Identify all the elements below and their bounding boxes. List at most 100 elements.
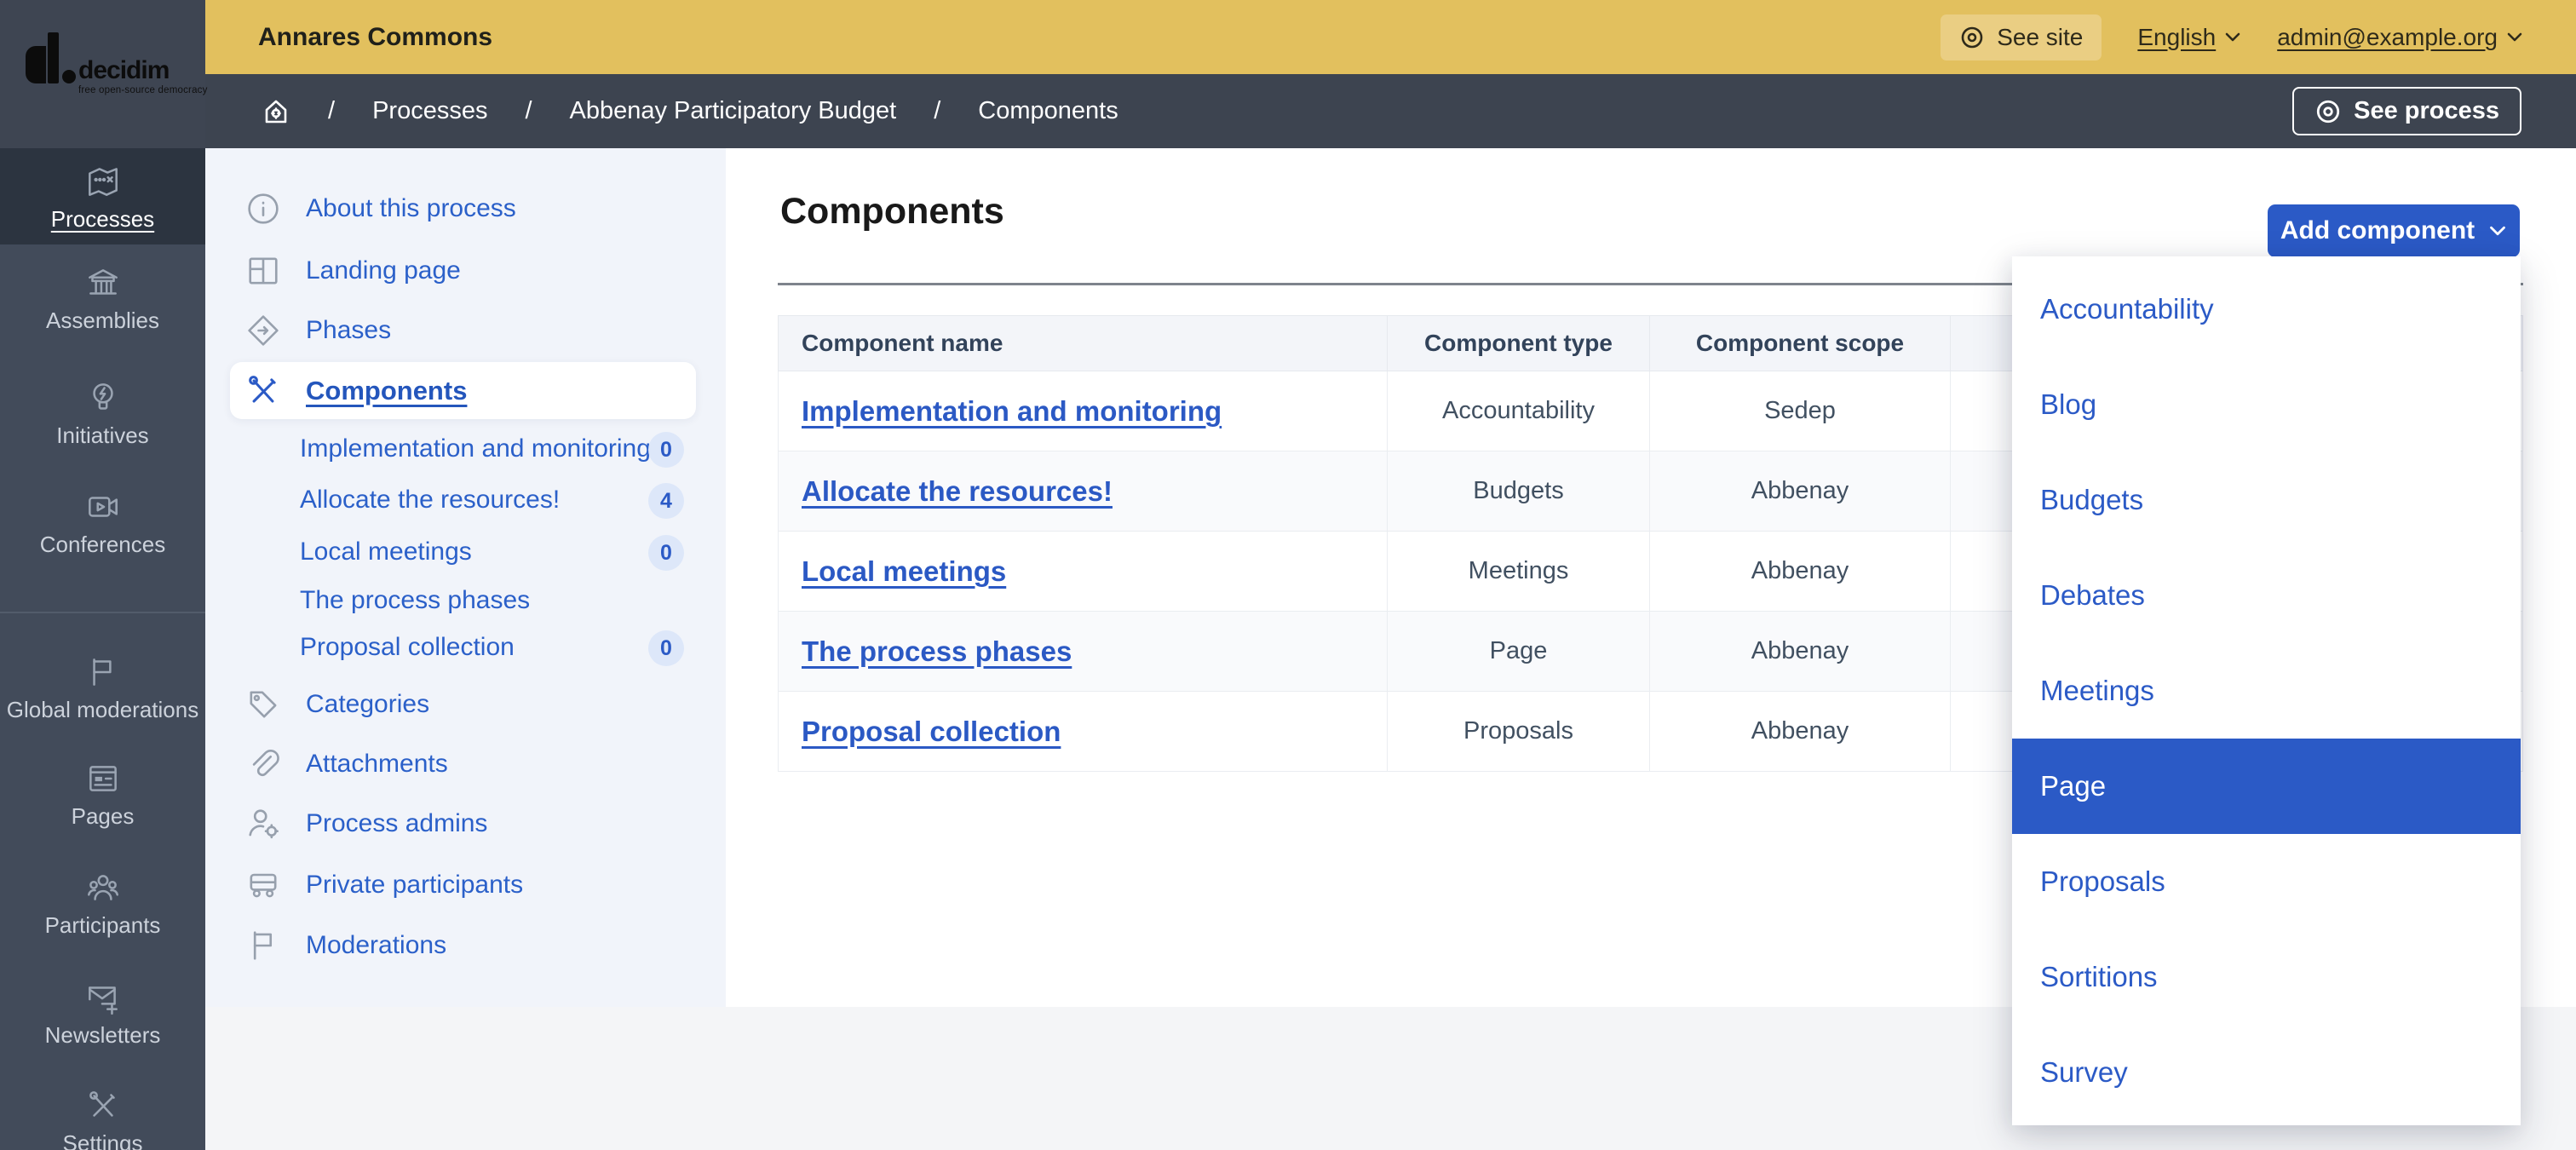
menu-subitem-local-meetings[interactable]: Local meetings xyxy=(300,532,472,572)
component-link[interactable]: Implementation and monitoring xyxy=(802,395,1222,427)
dropdown-item-sortitions[interactable]: Sortitions xyxy=(2012,929,2521,1025)
column-header-component-type: Component type xyxy=(1387,315,1650,371)
menu-subitem-proposal-collection[interactable]: Proposal collection xyxy=(300,627,515,668)
menu-item-label: Process admins xyxy=(306,809,488,837)
dropdown-item-debates[interactable]: Debates xyxy=(2012,548,2521,643)
sidebar-item-label: Settings xyxy=(62,1130,143,1150)
component-scope-cell: Abbenay xyxy=(1649,531,1951,612)
sidebar-item-newsletters[interactable]: Newsletters xyxy=(0,978,205,1047)
column-header-component-name: Component name xyxy=(778,315,1388,371)
dropdown-item-meetings[interactable]: Meetings xyxy=(2012,643,2521,739)
language-label: English xyxy=(2137,23,2217,50)
dropdown-item-page[interactable]: Page xyxy=(2012,739,2521,834)
menu-item-label: The process phases xyxy=(300,586,531,614)
user-gear-icon xyxy=(249,809,279,839)
menu-item-private-participants[interactable]: Private participants xyxy=(243,865,523,906)
user-email: admin@example.org xyxy=(2277,23,2498,50)
component-type-cell: Page xyxy=(1387,611,1650,692)
tools-icon xyxy=(89,1091,115,1117)
menu-subitem-allocate-resources[interactable]: Allocate the resources! xyxy=(300,480,560,520)
dropdown-item-budgets[interactable]: Budgets xyxy=(2012,452,2521,548)
sidebar-item-label: Participants xyxy=(44,912,161,938)
breadcrumb-processes[interactable]: Processes xyxy=(372,97,487,125)
dropdown-item-blog[interactable]: Blog xyxy=(2012,357,2521,452)
sidebar-item-pages[interactable]: Pages xyxy=(0,759,205,828)
breadcrumb-process-name[interactable]: Abbenay Participatory Budget xyxy=(570,97,897,125)
user-menu[interactable]: admin@example.org xyxy=(2277,24,2523,51)
component-link[interactable]: The process phases xyxy=(802,635,1072,667)
sidebar-item-assemblies[interactable]: Assemblies xyxy=(0,263,205,332)
menu-item-categories[interactable]: Categories xyxy=(243,684,429,725)
component-type-cell: Accountability xyxy=(1387,371,1650,451)
sidebar-item-processes[interactable]: Processes xyxy=(0,148,205,244)
component-link[interactable]: Allocate the resources! xyxy=(802,475,1113,507)
breadcrumb-bar: / Processes / Abbenay Participatory Budg… xyxy=(205,74,2576,148)
sidebar-item-label: Pages xyxy=(71,803,135,829)
menu-subitem-implementation[interactable]: Implementation and monitoring xyxy=(300,428,651,469)
phases-diamond-icon xyxy=(248,315,279,346)
count-badge: 0 xyxy=(648,432,684,468)
sidebar-divider xyxy=(0,612,205,613)
component-scope-cell: Sedep xyxy=(1649,371,1951,451)
dropdown-item-survey[interactable]: Survey xyxy=(2012,1025,2521,1120)
breadcrumb-components[interactable]: Components xyxy=(978,97,1118,125)
sidebar-item-initiatives[interactable]: Initiatives xyxy=(0,378,205,447)
menu-item-components[interactable]: Components xyxy=(230,362,696,419)
lightbulb-icon xyxy=(92,383,113,410)
sidebar-item-settings[interactable]: Settings xyxy=(0,1086,205,1150)
participants-icon xyxy=(87,875,118,900)
menu-item-label: Private participants xyxy=(306,871,524,899)
process-menu-panel: About this process Landing page Phases C… xyxy=(205,148,726,1007)
chevron-down-icon xyxy=(2490,226,2506,235)
menu-item-label: Local meetings xyxy=(300,538,472,566)
menu-item-phases[interactable]: Phases xyxy=(243,310,391,351)
menu-item-label: Allocate the resources! xyxy=(300,486,561,514)
add-component-button[interactable]: Add component xyxy=(2268,204,2520,257)
sidebar-item-label: Newsletters xyxy=(44,1022,161,1048)
see-site-link[interactable]: See site xyxy=(1941,14,2102,60)
dropdown-item-proposals[interactable]: Proposals xyxy=(2012,834,2521,929)
sidebar-item-global-moderations[interactable]: Global moderations xyxy=(0,653,205,722)
menu-item-process-admins[interactable]: Process admins xyxy=(243,803,487,844)
bank-icon xyxy=(88,269,118,295)
page-card-icon xyxy=(89,766,117,791)
component-link[interactable]: Proposal collection xyxy=(802,716,1061,747)
menu-subitem-process-phases[interactable]: The process phases xyxy=(300,580,530,621)
add-component-dropdown: Accountability Blog Budgets Debates Meet… xyxy=(2012,256,2521,1125)
layout-grid-icon xyxy=(249,257,278,285)
chevron-down-icon xyxy=(2507,32,2522,41)
sidebar-item-conferences[interactable]: Conferences xyxy=(0,487,205,556)
menu-item-moderations[interactable]: Moderations xyxy=(243,925,446,966)
dropdown-item-accountability[interactable]: Accountability xyxy=(2012,262,2521,357)
breadcrumb: / Processes / Abbenay Participatory Budg… xyxy=(262,97,1118,126)
component-type-cell: Meetings xyxy=(1387,531,1650,612)
component-link[interactable]: Local meetings xyxy=(802,555,1006,587)
count-badge: 0 xyxy=(648,535,684,571)
see-process-label: See process xyxy=(2354,97,2499,124)
see-site-label: See site xyxy=(1997,23,2084,50)
decidim-logo-text: decidim xyxy=(78,56,170,84)
menu-item-about[interactable]: About this process xyxy=(243,188,516,229)
sidebar-item-label: Assemblies xyxy=(46,308,159,333)
menu-item-label: Components xyxy=(306,375,468,405)
page-title: Components xyxy=(780,191,1004,232)
sidebar-item-participants[interactable]: Participants xyxy=(0,868,205,937)
eye-icon xyxy=(2316,100,2340,123)
component-scope-cell: Abbenay xyxy=(1649,451,1951,532)
home-icon[interactable] xyxy=(262,97,290,126)
chevron-down-icon xyxy=(2225,32,2240,41)
breadcrumb-separator: / xyxy=(328,97,336,124)
menu-item-landing-page[interactable]: Landing page xyxy=(243,250,461,291)
top-bar: Annares Commons See site English admin@e… xyxy=(205,0,2576,74)
sidebar-item-label: Conferences xyxy=(39,532,166,557)
language-selector[interactable]: English xyxy=(2137,24,2241,51)
mail-plus-icon xyxy=(88,986,118,1015)
map-icon xyxy=(88,167,118,196)
breadcrumb-separator: / xyxy=(525,97,532,124)
menu-item-attachments[interactable]: Attachments xyxy=(243,744,448,785)
see-process-button[interactable]: See process xyxy=(2292,87,2521,135)
menu-item-label: Implementation and monitoring xyxy=(300,434,651,463)
flag-icon xyxy=(253,931,273,960)
sidebar-item-label: Processes xyxy=(50,205,155,232)
menu-item-label: About this process xyxy=(306,194,516,222)
